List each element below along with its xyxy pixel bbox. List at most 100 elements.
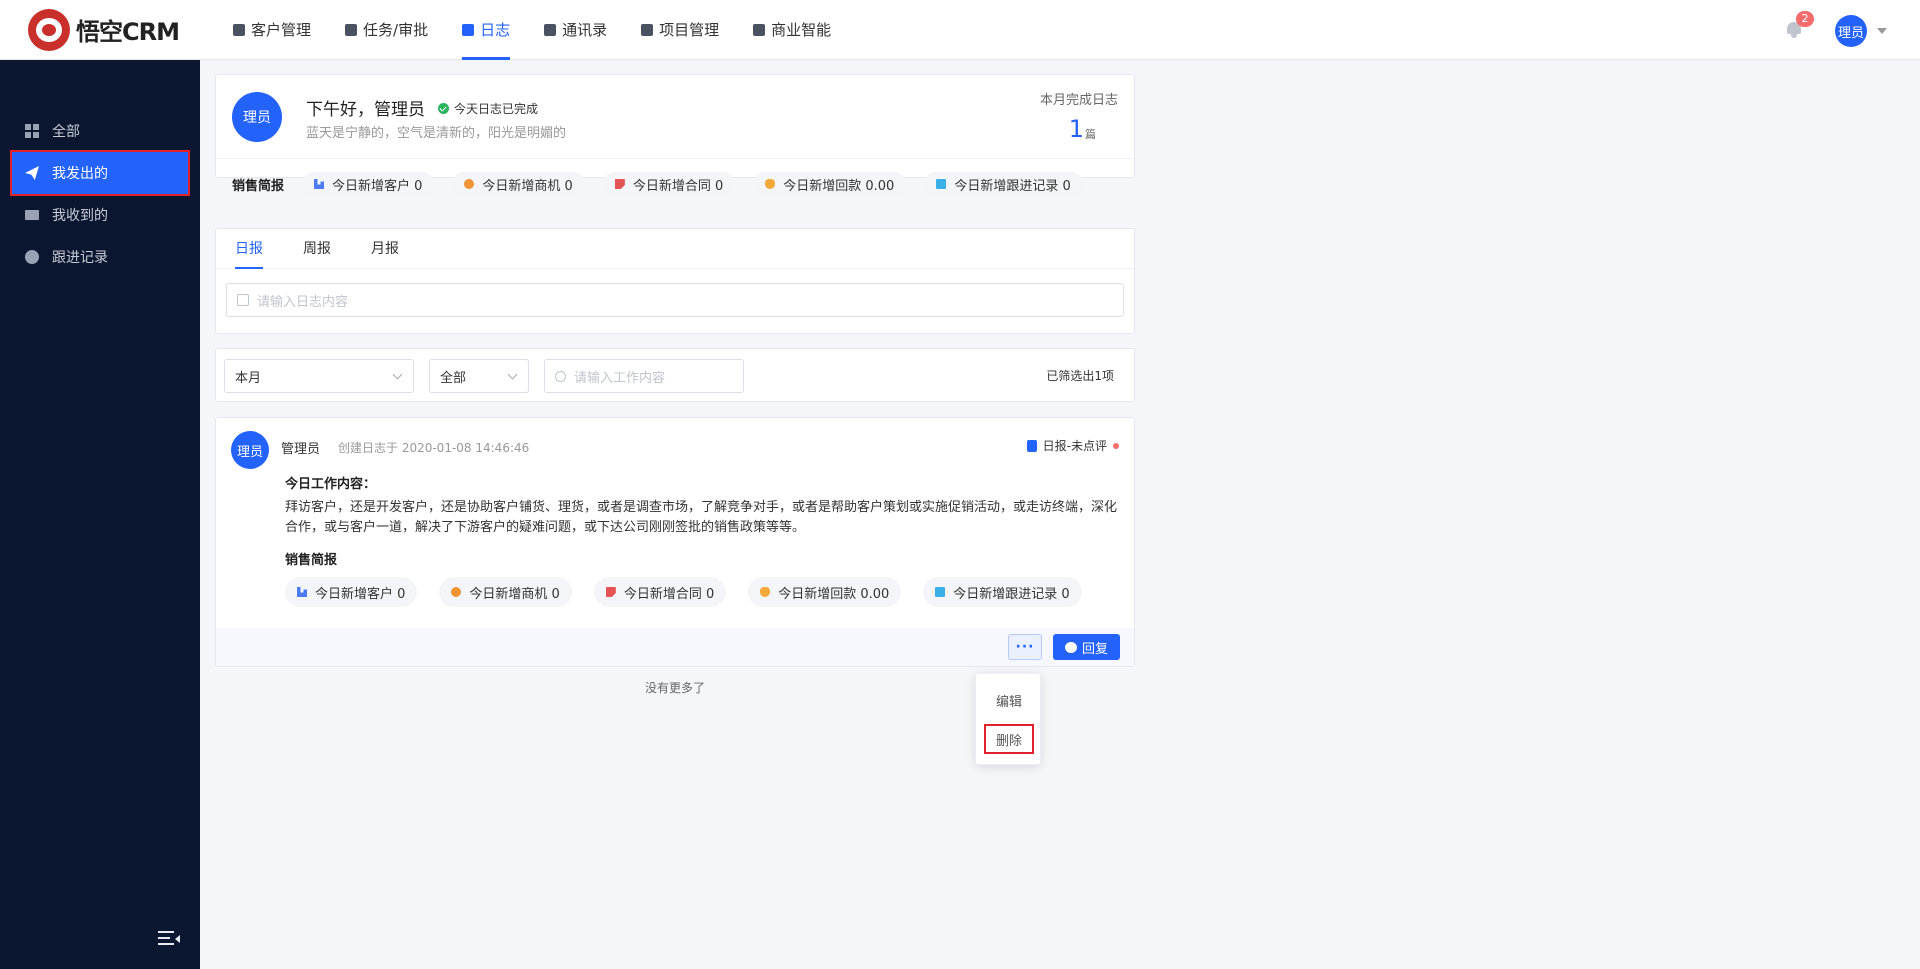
month-completed-unit: 篇 xyxy=(1085,128,1096,141)
search-placeholder: 请输入工作内容 xyxy=(574,370,666,386)
nav-business-intelligence[interactable]: 商业智能 xyxy=(736,0,848,60)
edit-menu-item[interactable]: 编辑 xyxy=(976,691,1042,710)
work-content-title: 今日工作内容： xyxy=(285,477,377,492)
sidebar-item-label: 我收到的 xyxy=(52,208,108,224)
stat-new-follow-records[interactable]: 今日新增跟进记录 0 xyxy=(924,172,1083,196)
paper-plane-icon xyxy=(25,166,39,180)
month-completed-count: 1 xyxy=(1068,115,1084,143)
log-type-status: 日报-未点评 xyxy=(1026,437,1119,454)
edit-icon xyxy=(237,294,249,306)
mail-icon xyxy=(25,210,39,220)
stat-label: 今日新增跟进记录 0 xyxy=(953,586,1070,602)
stat-new-contracts[interactable]: 今日新增合同 0 xyxy=(602,172,736,196)
log-author: 管理员 xyxy=(281,442,321,457)
scope-select[interactable]: 全部 xyxy=(429,359,529,393)
top-navbar: 悟空CRM 客户管理 任务/审批 日志 通讯录 项目管理 商业智能 2 理员 xyxy=(0,0,1920,60)
log-content-input[interactable]: 请输入日志内容 xyxy=(226,283,1124,317)
stat-label: 今日新增商机 0 xyxy=(482,178,573,194)
filter-bar: 本月 全部 请输入工作内容 已筛选出1项 xyxy=(215,348,1135,402)
user-avatar[interactable]: 理员 xyxy=(1835,15,1867,47)
nav-customer-management[interactable]: 客户管理 xyxy=(216,0,328,60)
more-actions-button[interactable]: ··· xyxy=(1008,634,1042,660)
stat-new-customers[interactable]: 今日新增客户 0 xyxy=(302,172,435,196)
sales-brief-title: 销售简报 xyxy=(232,178,285,194)
comment-icon xyxy=(1064,641,1077,653)
sidebar: 全部 我发出的 我收到的 跟进记录 xyxy=(0,60,200,969)
stat-label: 今日新增回款 0.00 xyxy=(783,178,895,194)
tab-monthly[interactable]: 月报 xyxy=(371,229,399,268)
sidebar-item-sent[interactable]: 我发出的 xyxy=(10,150,190,196)
log-icon xyxy=(462,23,475,36)
work-content-search-input[interactable]: 请输入工作内容 xyxy=(544,359,744,393)
bi-icon xyxy=(753,23,766,36)
opportunity-icon xyxy=(464,179,475,189)
stat-new-follow-records[interactable]: 今日新增跟进记录 0 xyxy=(923,577,1082,607)
nav-task-approval[interactable]: 任务/审批 xyxy=(328,0,445,60)
log-type-label: 日报-未点评 xyxy=(1042,439,1107,453)
nav-label: 通讯录 xyxy=(562,21,608,39)
nav-contacts[interactable]: 通讯录 xyxy=(527,0,624,60)
greeting-title: 下午好，管理员 xyxy=(306,100,425,120)
project-icon xyxy=(641,23,654,36)
contract-icon xyxy=(614,179,625,189)
nav-label: 商业智能 xyxy=(771,21,832,39)
customer-chart-icon xyxy=(297,587,307,597)
nav-label: 日志 xyxy=(480,21,511,39)
log-type-tabs: 日报 周报 月报 xyxy=(216,229,1134,269)
stat-label: 今日新增商机 0 xyxy=(469,586,560,602)
avatar: 理员 xyxy=(231,431,269,469)
sidebar-item-follow-records[interactable]: 跟进记录 xyxy=(0,236,200,278)
collapse-menu-icon[interactable] xyxy=(158,931,180,947)
briefcase-icon xyxy=(345,23,358,36)
greeting-card: 理员 下午好，管理员 今天日志已完成 蓝天是宁静的，空气是清新的，阳光是明媚的 … xyxy=(215,74,1135,196)
log-sales-brief-row: 今日新增客户 0 今日新增商机 0 今日新增合同 0 今日新增回款 0.00 今… xyxy=(285,577,1104,607)
caret-down-icon[interactable] xyxy=(1877,28,1887,34)
time-range-select[interactable]: 本月 xyxy=(224,359,414,393)
stat-new-contracts[interactable]: 今日新增合同 0 xyxy=(593,577,727,607)
contract-icon xyxy=(605,587,616,597)
chat-icon xyxy=(25,250,39,264)
stat-new-payments[interactable]: 今日新增回款 0.00 xyxy=(753,172,907,196)
log-entry: 理员 管理员 创建日志于 2020-01-08 14:46:46 日报-未点评 … xyxy=(215,417,1135,667)
stat-new-customers[interactable]: 今日新增客户 0 xyxy=(285,577,418,607)
sidebar-item-label: 全部 xyxy=(52,124,80,140)
tab-daily[interactable]: 日报 xyxy=(235,229,263,269)
main-nav: 客户管理 任务/审批 日志 通讯录 项目管理 商业智能 xyxy=(216,0,848,60)
more-actions-dropdown: 编辑 删除 xyxy=(975,673,1041,765)
log-sales-brief-title: 销售简报 xyxy=(285,553,338,568)
stat-label: 今日新增合同 0 xyxy=(623,586,715,602)
stat-label: 今日新增客户 0 xyxy=(315,586,406,602)
nav-label: 客户管理 xyxy=(251,21,312,39)
filter-result-count: 已筛选出1项 xyxy=(1046,369,1114,383)
stat-label: 今日新增客户 0 xyxy=(332,178,423,194)
search-icon xyxy=(555,370,566,382)
calendar-icon xyxy=(1026,439,1037,452)
customer-icon xyxy=(233,23,245,36)
delete-menu-item[interactable]: 删除 xyxy=(984,724,1034,754)
sidebar-item-label: 我发出的 xyxy=(52,166,108,182)
stat-new-opportunities[interactable]: 今日新增商机 0 xyxy=(452,172,585,196)
no-more-text: 没有更多了 xyxy=(645,681,706,695)
tab-weekly[interactable]: 周报 xyxy=(303,229,331,268)
stat-new-payments[interactable]: 今日新增回款 0.00 xyxy=(748,577,902,607)
sidebar-item-label: 跟进记录 xyxy=(52,250,108,266)
greeting-header: 理员 下午好，管理员 今天日志已完成 蓝天是宁静的，空气是清新的，阳光是明媚的 … xyxy=(216,75,1134,159)
nav-log[interactable]: 日志 xyxy=(445,0,527,60)
unread-dot-icon xyxy=(1113,442,1119,449)
money-bag-icon xyxy=(760,587,771,597)
app-logo[interactable]: 悟空CRM xyxy=(28,8,188,51)
sales-brief-row: 销售简报 今日新增客户 0 今日新增商机 0 今日新增合同 0 今日新增回款 0… xyxy=(216,159,1134,209)
log-created-time: 创建日志于 2020-01-08 14:46:46 xyxy=(338,441,530,455)
log-compose-card: 日报 周报 月报 请输入日志内容 xyxy=(215,228,1135,334)
sidebar-item-received[interactable]: 我收到的 xyxy=(0,194,200,236)
logo-text: 悟空CRM xyxy=(76,18,180,46)
nav-project-management[interactable]: 项目管理 xyxy=(624,0,736,60)
sidebar-item-all[interactable]: 全部 xyxy=(0,110,200,152)
nav-label: 任务/审批 xyxy=(363,21,429,39)
reply-button[interactable]: 回复 xyxy=(1053,634,1120,660)
chevron-down-icon xyxy=(392,369,403,380)
stat-new-opportunities[interactable]: 今日新增商机 0 xyxy=(439,577,572,607)
money-bag-icon xyxy=(765,179,776,189)
log-actions-bar xyxy=(216,628,1134,666)
grid-icon xyxy=(25,124,39,138)
